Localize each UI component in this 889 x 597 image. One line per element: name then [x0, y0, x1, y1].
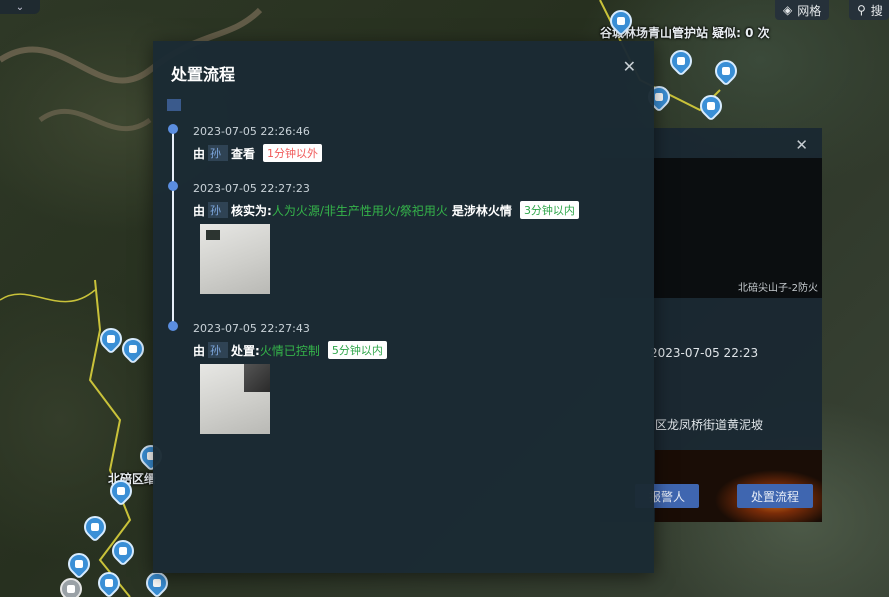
evidence-image[interactable]: [200, 224, 270, 294]
alarm-address: 区龙凤桥街道黄泥坡: [655, 418, 764, 432]
entry-action: 核实为:: [231, 203, 272, 218]
close-icon[interactable]: ✕: [795, 136, 808, 154]
entry-prefix: 由: [193, 203, 206, 218]
entry-detail: 火情已控制: [259, 343, 320, 358]
entry-description: 由 孙 查看 1分钟以外: [193, 144, 323, 162]
modal-title: 处置流程: [171, 65, 236, 84]
thumb-object: [244, 364, 270, 392]
entry-person: 孙: [208, 145, 229, 161]
status-badge: 5分钟以内: [327, 341, 387, 359]
timeline-dot: [168, 181, 178, 191]
status-badge: 3分钟以内: [519, 201, 579, 219]
entry-time: 2023-07-05 22:27:23: [193, 182, 310, 195]
search-button-label: 搜: [870, 3, 883, 18]
timeline-line: [172, 129, 174, 326]
process-flow-modal: 处置流程 ✕ 2023-07-05 22:26:46 由 孙 查看 1分钟以外 …: [153, 41, 654, 573]
entry-description: 由 孙 核实为: 人为火源/非生产性用火/祭祀用火 是涉林火情 3分钟以内: [193, 201, 579, 219]
entry-detail: 人为火源/非生产性用火/祭祀用火: [271, 203, 448, 218]
layers-icon: ◈: [783, 3, 793, 17]
camera-name: 北碚尖山子-2防火: [738, 283, 818, 294]
timeline-dot: [168, 321, 178, 331]
layer-button-label: 网格: [797, 3, 822, 18]
process-flow-button[interactable]: 处置流程: [737, 484, 814, 508]
entry-person: 孙: [208, 202, 229, 218]
entry-prefix: 由: [193, 146, 206, 161]
layer-button[interactable]: ◈ 网格: [775, 0, 830, 20]
thumb-object: [206, 230, 220, 240]
chevron-down-icon: ⌄: [15, 1, 25, 13]
status-badge: 1分钟以外: [263, 144, 323, 162]
entry-time: 2023-07-05 22:27:43: [193, 322, 310, 335]
flag-icon: [167, 99, 181, 111]
entry-prefix: 由: [193, 343, 206, 358]
entry-action: 查看: [231, 146, 256, 161]
entry-suffix: 是涉林火情: [451, 203, 512, 218]
search-icon: ⚲: [857, 3, 866, 17]
evidence-image[interactable]: [200, 364, 270, 434]
entry-time: 2023-07-05 22:26:46: [193, 125, 310, 138]
alarm-time: 2023-07-05 22:23: [650, 346, 759, 360]
entry-description: 由 孙 处置: 火情已控制 5分钟以内: [193, 341, 387, 359]
search-button[interactable]: ⚲ 搜: [849, 0, 889, 20]
close-icon[interactable]: ✕: [623, 57, 636, 76]
entry-action: 处置:: [231, 343, 260, 358]
timeline-dot: [168, 124, 178, 134]
entry-person: 孙: [208, 342, 229, 358]
map-dropdown[interactable]: ⌄: [0, 0, 40, 14]
